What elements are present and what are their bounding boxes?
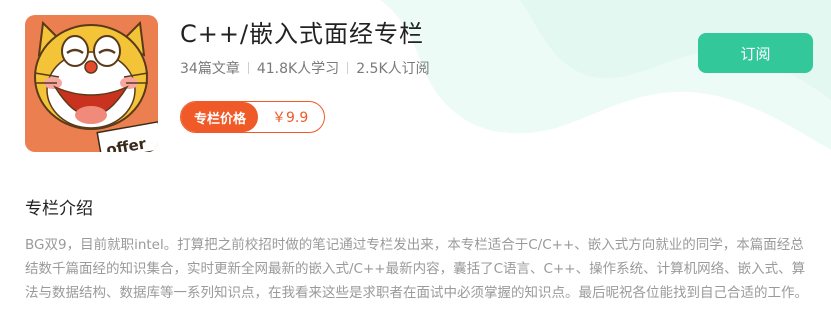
price-value: ￥9.9 <box>272 110 309 126</box>
subscriber-count: 2.5K人订阅 <box>356 61 430 77</box>
stats-divider <box>247 62 249 74</box>
subscribe-button[interactable]: 订阅 <box>698 33 813 73</box>
column-stats: 34篇文章 41.8K人学习 2.5K人订阅 <box>180 58 430 78</box>
article-count: 34篇文章 <box>180 61 240 77</box>
learner-count: 41.8K人学习 <box>256 61 340 77</box>
column-title: C++/嵌入式面经专栏 <box>180 20 425 48</box>
price-label: 专栏价格 <box>181 102 259 132</box>
intro-heading: 专栏介绍 <box>25 199 93 219</box>
intro-text: BG双9，目前就职intel。打算把之前校招时做的笔记通过专栏发出来，本专栏适合… <box>25 237 808 301</box>
column-cover-image[interactable]: offer <box>25 15 158 152</box>
stats-divider <box>347 62 349 74</box>
cat-cartoon-cover-icon: offer <box>25 15 158 152</box>
price-tag: 专栏价格 ￥9.9 <box>180 101 326 133</box>
